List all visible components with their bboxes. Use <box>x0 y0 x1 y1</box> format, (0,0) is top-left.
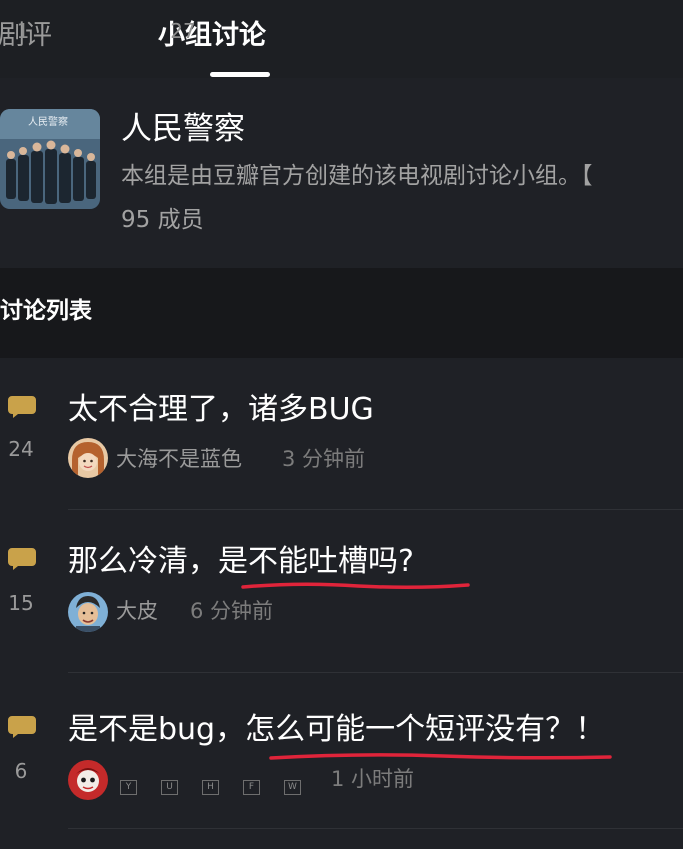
comment-bubble-icon <box>8 548 36 570</box>
group-member-count: 95 成员 <box>121 207 204 233</box>
author-glyph: W <box>284 780 301 795</box>
author-glyph: Y <box>120 780 137 795</box>
tab-group-discussion[interactable]: 小组讨论 27 <box>158 18 266 54</box>
tab-reviews[interactable]: 剧评 1 <box>0 18 52 54</box>
group-description: 本组是由豆瓣官方创建的该电视剧讨论小组。【 <box>121 163 593 189</box>
row-divider <box>68 509 683 510</box>
group-title[interactable]: 人民警察 <box>121 109 245 149</box>
comment-bubble-icon <box>8 716 36 738</box>
svg-text:人民警察: 人民警察 <box>28 115 68 128</box>
comment-bubble-icon <box>8 396 36 418</box>
section-header-band <box>0 268 683 358</box>
group-poster-image[interactable]: 人民警察 <box>0 109 100 209</box>
post-author[interactable]: 大皮 <box>116 596 158 626</box>
section-title: 讨论列表 <box>0 298 92 324</box>
active-tab-indicator <box>210 72 270 77</box>
post-comment-count: 6 <box>14 759 28 783</box>
row-divider <box>68 672 683 673</box>
avatar[interactable] <box>68 760 108 800</box>
post-author[interactable]: 大海不是蓝色 <box>116 444 242 474</box>
post-time: 6 分钟前 <box>190 599 274 623</box>
post-comment-count: 15 <box>8 591 34 615</box>
author-glyph: H <box>202 780 219 795</box>
post-author-glyphs[interactable]: Y U H F W <box>120 780 301 795</box>
post-time: 1 小时前 <box>331 767 415 791</box>
avatar[interactable] <box>68 438 108 478</box>
tab-reviews-count: 1 <box>16 19 30 43</box>
post-title[interactable]: 太不合理了，诸多BUG <box>68 390 374 430</box>
post-title[interactable]: 那么冷清，是不能吐槽吗? <box>68 542 414 582</box>
tab-group-count: 27 <box>170 19 196 43</box>
author-glyph: F <box>243 780 260 795</box>
post-time: 3 分钟前 <box>282 447 366 471</box>
author-glyph: U <box>161 780 178 795</box>
avatar[interactable] <box>68 592 108 632</box>
post-comment-count: 24 <box>8 437 34 461</box>
post-title[interactable]: 是不是bug，怎么可能一个短评没有？！ <box>68 710 605 750</box>
tab-bar: 剧评 1 小组讨论 27 <box>0 0 683 79</box>
row-divider <box>68 828 683 829</box>
